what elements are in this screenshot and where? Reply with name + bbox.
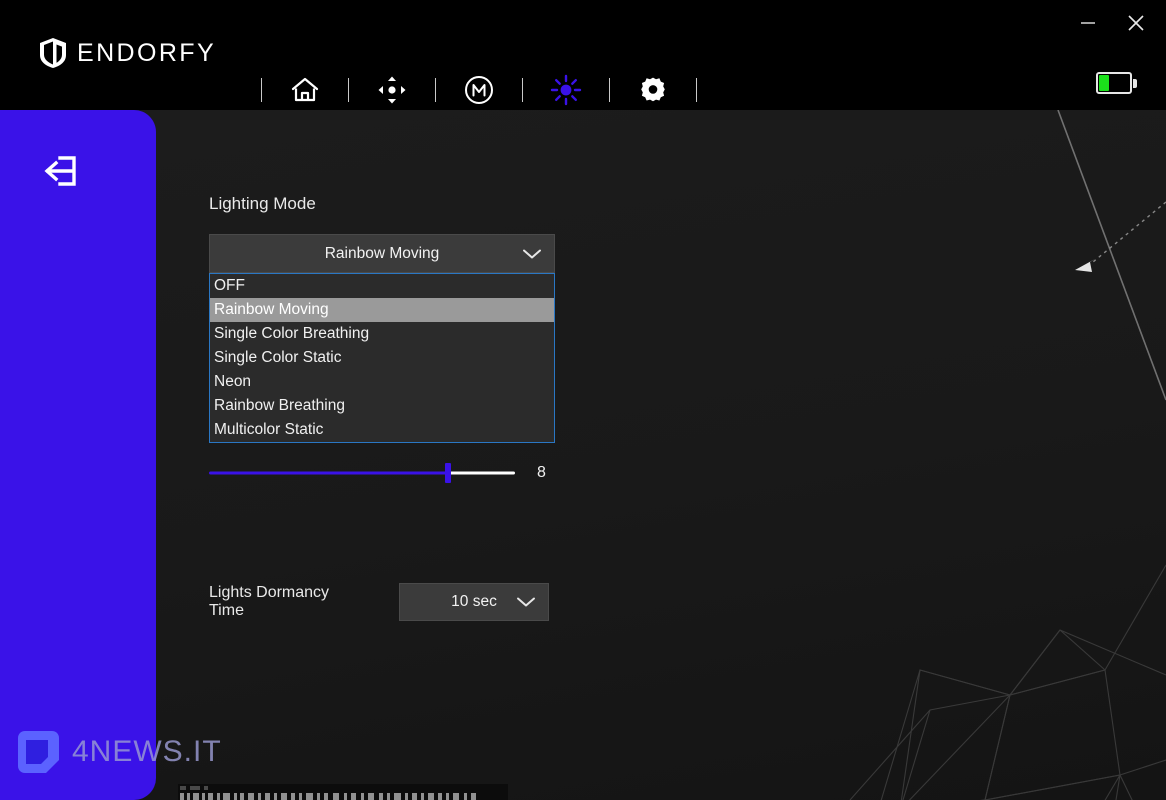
chevron-down-icon (516, 596, 536, 609)
home-icon (291, 77, 319, 102)
brightness-slider-row: 8 (209, 463, 555, 483)
lighting-mode-option[interactable]: Rainbow Moving (210, 298, 554, 322)
back-button[interactable] (38, 150, 86, 192)
nav-home-button[interactable] (283, 68, 327, 112)
lighting-panel: Lighting Mode Rainbow Moving OFF Rainbow … (209, 110, 629, 621)
nav-separator (522, 78, 523, 102)
sidebar (0, 110, 156, 800)
brightness-slider[interactable] (209, 463, 515, 483)
nav-separator (348, 78, 349, 102)
nav-macro-button[interactable] (457, 68, 501, 112)
lighting-mode-option[interactable]: OFF (210, 274, 554, 298)
brand-name: ENDORFY (77, 38, 217, 67)
title-bar: ENDORFY (0, 0, 1166, 110)
brightness-slider-fill (209, 471, 448, 475)
lighting-mode-option[interactable]: Neon (210, 370, 554, 394)
dpi-crosshair-icon (378, 76, 406, 104)
nav-dpi-button[interactable] (370, 68, 414, 112)
close-icon (1128, 15, 1144, 31)
chevron-down-icon (522, 247, 542, 260)
nav-separator (609, 78, 610, 102)
lighting-mode-option[interactable]: Single Color Breathing (210, 322, 554, 346)
close-button[interactable] (1114, 6, 1158, 40)
nav-separator (696, 78, 697, 102)
brand: ENDORFY (40, 38, 216, 68)
brightness-slider-thumb[interactable] (444, 463, 451, 483)
brightness-slider-remainder (447, 471, 515, 475)
lights-dormancy-row: Lights Dormancy Time 10 sec (209, 583, 629, 621)
back-arrow-icon (44, 156, 76, 186)
lighting-mode-label: Lighting Mode (209, 194, 316, 213)
lights-dormancy-label: Lights Dormancy Time (209, 584, 399, 621)
minimize-button[interactable] (1066, 6, 1110, 40)
app-window: 4NEWS.IT Lighting Mode Rainbow Moving OF… (0, 0, 1166, 800)
battery-icon (1096, 72, 1132, 94)
main-nav (240, 66, 718, 114)
lighting-mode-option[interactable]: Single Color Static (210, 346, 554, 370)
nav-separator (435, 78, 436, 102)
lights-dormancy-label-line2: Time (209, 602, 244, 619)
nav-settings-button[interactable] (631, 68, 675, 112)
endorfy-shield-logo (40, 38, 66, 68)
nav-lighting-button[interactable] (544, 68, 588, 112)
lights-dormancy-value: 10 sec (451, 593, 497, 611)
lighting-sun-icon (550, 74, 582, 106)
gear-icon (641, 77, 665, 102)
nav-separator (261, 78, 262, 102)
battery-fill-level (1099, 75, 1110, 91)
lights-dormancy-label-line1: Lights Dormancy (209, 583, 330, 601)
battery-cap (1133, 78, 1137, 88)
lighting-mode-option[interactable]: Rainbow Breathing (210, 394, 554, 418)
window-controls (1066, 6, 1158, 40)
minimize-icon (1081, 22, 1095, 24)
lighting-mode-select[interactable]: Rainbow Moving (209, 234, 555, 273)
lighting-mode-option[interactable]: Multicolor Static (210, 418, 554, 442)
brightness-value: 8 (537, 464, 546, 481)
lighting-mode-selected-value: Rainbow Moving (324, 244, 440, 262)
macro-m-circle-icon (465, 76, 493, 104)
battery-indicator (1096, 70, 1138, 96)
lighting-mode-option-list[interactable]: OFF Rainbow Moving Single Color Breathing S… (209, 273, 555, 443)
lights-dormancy-select[interactable]: 10 sec (399, 583, 549, 621)
